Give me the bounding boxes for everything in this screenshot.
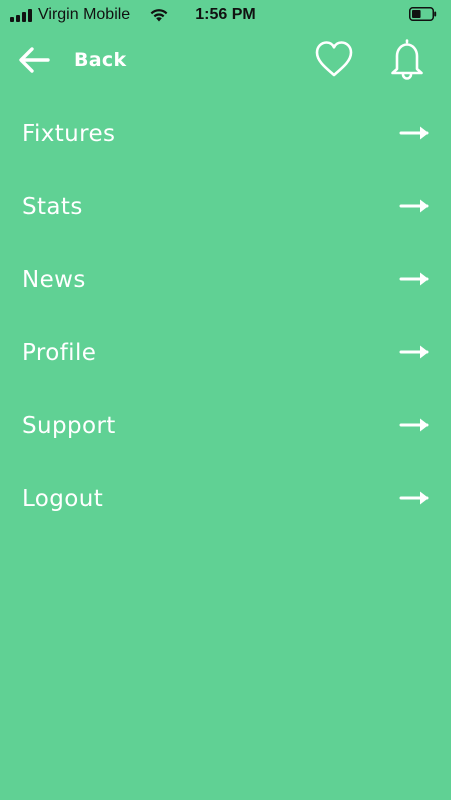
arrow-right-icon [399,491,429,505]
menu-item-label: Fixtures [22,121,116,147]
menu-item-label: Support [22,413,116,439]
arrow-right-icon [399,345,429,359]
arrow-right-icon [399,418,429,432]
menu-item-label: Logout [22,486,104,512]
bell-icon[interactable] [387,38,427,80]
menu-item-stats[interactable]: Stats [0,171,451,244]
menu-item-profile[interactable]: Profile [0,317,451,390]
menu-item-fixtures[interactable]: Fixtures [0,98,451,171]
heart-icon[interactable] [314,40,354,78]
back-label: Back [74,49,127,71]
arrow-right-icon [399,199,429,213]
top-navigation-bar: Back [0,38,451,82]
menu-item-label: News [22,267,86,293]
back-button[interactable]: Back [18,42,126,78]
menu-item-label: Stats [22,194,83,220]
menu-item-support[interactable]: Support [0,390,451,463]
battery-icon [409,7,437,21]
menu-item-logout[interactable]: Logout [0,463,451,536]
arrow-right-icon [399,272,429,286]
status-bar: Virgin Mobile 1:56 PM [0,0,451,30]
menu-item-news[interactable]: News [0,244,451,317]
menu-item-label: Profile [22,340,97,366]
arrow-left-icon [19,47,50,73]
arrow-right-icon [399,126,429,140]
status-time: 1:56 PM [195,6,256,23]
main-menu: Fixtures Stats News Profile Support Logo… [0,98,451,536]
